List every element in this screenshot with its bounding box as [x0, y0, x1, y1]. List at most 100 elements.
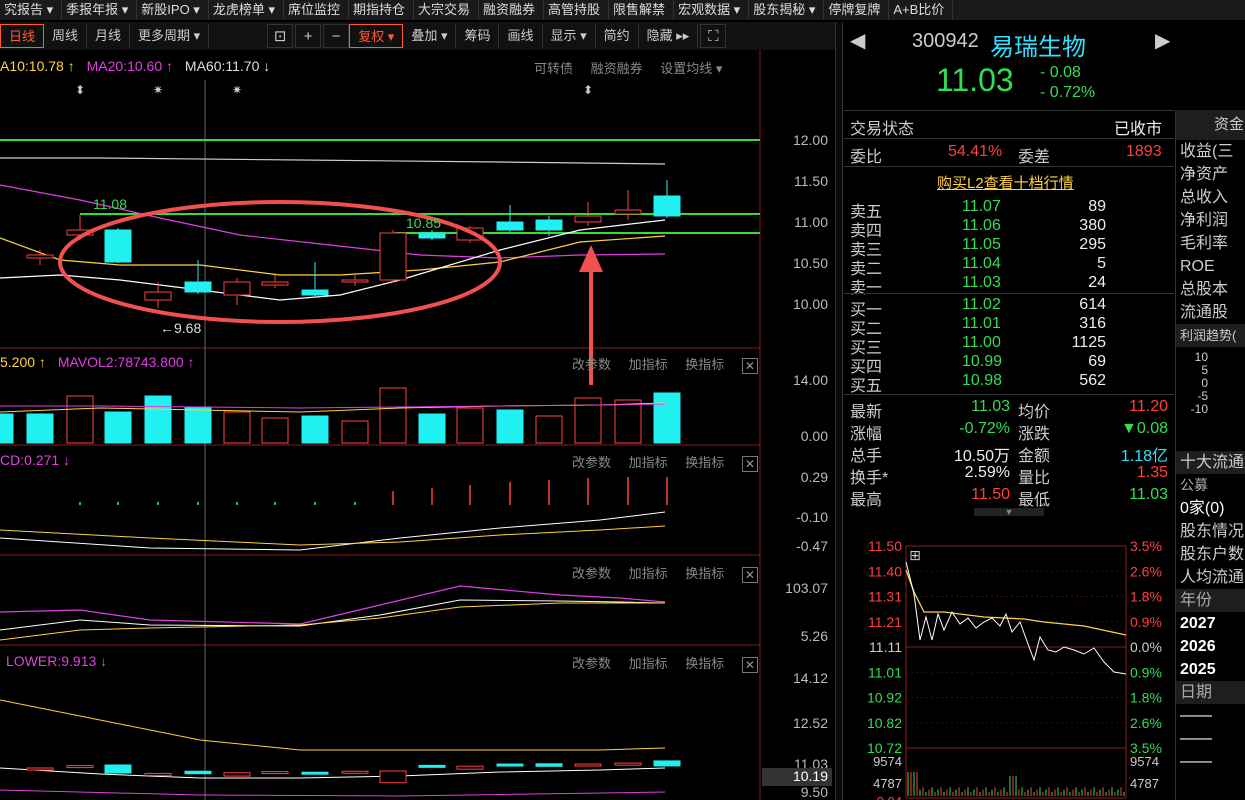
add-indicator-link[interactable]: 加指标: [629, 566, 668, 581]
kdj-axis-label: 5.26: [800, 628, 828, 644]
draw-line-button[interactable]: 画线: [499, 24, 543, 48]
buy-level-price: 11.00: [962, 334, 1001, 351]
dea-line: [0, 525, 666, 546]
boll-candle: [104, 764, 132, 774]
switch-indicator-link[interactable]: 换指标: [685, 455, 724, 470]
top-menu-item[interactable]: 季报年报 ▾: [62, 0, 138, 20]
zoom-in-icon[interactable]: +: [295, 24, 322, 48]
top-menu-item[interactable]: 股东揭秘 ▾: [749, 0, 825, 20]
top-menu-item[interactable]: 大宗交易: [414, 0, 480, 20]
top-menu-item[interactable]: 龙虎榜单 ▾: [209, 0, 284, 20]
add-indicator-link[interactable]: 加指标: [629, 357, 668, 372]
hide-button[interactable]: 隐藏 ▸▸: [639, 24, 699, 48]
period-daily-tab[interactable]: 日线: [0, 24, 45, 48]
top-menu-item[interactable]: 席位监控: [284, 0, 349, 20]
more-periods-dropdown[interactable]: 更多周期 ▾: [130, 24, 210, 48]
panel-splitter[interactable]: [835, 22, 843, 800]
intraday-expand-icon[interactable]: ⊞: [909, 547, 921, 563]
sell-level-volume: 295: [1079, 236, 1106, 253]
simple-mode-button[interactable]: 简约: [596, 24, 639, 48]
top-menu-item[interactable]: 究报告 ▾: [0, 0, 63, 20]
kline-candle[interactable]: [614, 190, 642, 220]
event-marker-icon[interactable]: ⬍: [75, 83, 85, 97]
volume-bar: [535, 415, 563, 444]
switch-indicator-link[interactable]: 换指标: [685, 357, 724, 372]
top-menu-item[interactable]: 限售解禁: [609, 0, 675, 20]
chart-toolbar: 日线 周线 月线 更多周期 ▾ ⊡ + − 复权 ▾ 叠加 ▾ 筹码 画线 显示…: [0, 22, 835, 50]
boll-legend: LOWER:9.913 ↓: [6, 653, 108, 669]
top-menu-item[interactable]: 宏观数据 ▾: [674, 0, 750, 20]
fuquan-dropdown[interactable]: 复权 ▾: [349, 24, 404, 48]
last-price: 11.03: [936, 62, 1014, 98]
intraday-right-axis-label: 2.6%: [1130, 715, 1162, 731]
volume-bar: [26, 413, 54, 444]
close-icon[interactable]: ✕: [741, 566, 758, 583]
add-indicator-link[interactable]: 加指标: [629, 656, 668, 671]
buy-l2-link[interactable]: 购买L2查看十档行情: [937, 172, 1074, 193]
fundamental-item: 毛利率: [1180, 235, 1229, 252]
fullscreen-icon[interactable]: ⛶: [700, 24, 727, 48]
next-stock-icon[interactable]: ▶: [1155, 28, 1170, 53]
funds-tab[interactable]: 资金: [1175, 110, 1245, 140]
year-item[interactable]: 2026: [1176, 635, 1245, 658]
top-menu-item[interactable]: 高管持股: [544, 0, 610, 20]
profit-axis-label: -10: [1190, 402, 1208, 416]
close-icon[interactable]: ✕: [741, 357, 758, 374]
kline-candle[interactable]: [223, 278, 251, 305]
zoom-out-icon[interactable]: −: [323, 24, 350, 48]
switch-indicator-link[interactable]: 换指标: [685, 656, 724, 671]
top-menu-item[interactable]: A+B比价: [889, 0, 954, 20]
prev-stock-icon[interactable]: ◀: [850, 28, 865, 53]
overlay-dropdown[interactable]: 叠加 ▾: [403, 24, 457, 48]
kline-candle[interactable]: [341, 275, 369, 286]
kline-candle[interactable]: [496, 205, 524, 232]
kdj-panel-links: 改参数 加指标 换指标 ✕: [558, 563, 758, 583]
kline-candle[interactable]: [653, 180, 681, 218]
macd-axis-label: 0.29: [800, 469, 828, 485]
top-menu-item[interactable]: 停牌复牌: [824, 0, 890, 20]
top10-holders-tab[interactable]: 十大流通股: [1176, 451, 1245, 474]
expand-handle[interactable]: ▼: [974, 508, 1044, 517]
event-marker-icon[interactable]: ⬍: [583, 83, 593, 97]
volume-bar: [0, 413, 14, 444]
year-item[interactable]: 2025: [1176, 658, 1245, 681]
year-item[interactable]: 2027: [1176, 612, 1245, 635]
boll-candle: [379, 770, 407, 784]
add-indicator-link[interactable]: 加指标: [629, 455, 668, 470]
boll-candle: [456, 765, 484, 770]
top-menu-item[interactable]: 融资融券: [479, 0, 545, 20]
sell-level-price: 11.03: [962, 274, 1001, 291]
chips-button[interactable]: 筹码: [456, 24, 500, 48]
price-axis-label: 11.50: [794, 173, 828, 189]
close-icon[interactable]: ✕: [741, 455, 758, 472]
lock-icon[interactable]: ⊡: [267, 24, 294, 48]
kline-candle[interactable]: [301, 262, 329, 296]
event-marker-icon[interactable]: ✷: [153, 83, 163, 97]
weibi-value: 54.41%: [948, 143, 1003, 160]
kline-candle[interactable]: [418, 230, 446, 240]
kline-candle[interactable]: [104, 228, 132, 263]
boll-candle: [614, 762, 642, 766]
kline-candle[interactable]: [379, 230, 407, 282]
volume-bar: [301, 415, 329, 444]
period-weekly-tab[interactable]: 周线: [44, 24, 88, 48]
intraday-chart[interactable]: 11.50 11.40 11.31 11.21 11.11 11.01 10.92 10.82…: [844, 522, 1174, 800]
change-params-link[interactable]: 改参数: [572, 656, 611, 671]
change-params-link[interactable]: 改参数: [572, 455, 611, 470]
event-marker-icon[interactable]: ✷: [232, 83, 242, 97]
top-menu-item[interactable]: 期指持仓: [349, 0, 414, 20]
change-params-link[interactable]: 改参数: [572, 566, 611, 581]
kdj-k-line: [0, 599, 666, 631]
change-params-link[interactable]: 改参数: [572, 357, 611, 372]
close-icon[interactable]: ✕: [741, 656, 758, 673]
period-monthly-tab[interactable]: 月线: [87, 24, 131, 48]
top-menu-item[interactable]: 新股IPO ▾: [137, 0, 209, 20]
sell-level-price: 11.05: [962, 236, 1001, 253]
display-dropdown[interactable]: 显示 ▾: [543, 24, 596, 48]
date-item: ——: [1180, 707, 1212, 724]
stat-value: 1.35: [1136, 464, 1168, 481]
kline-candle[interactable]: [261, 275, 289, 288]
kline-candle[interactable]: [26, 250, 54, 265]
kline-chart-area[interactable]: ⬍ ✷ ✷ ⬍: [0, 50, 835, 800]
switch-indicator-link[interactable]: 换指标: [685, 566, 724, 581]
